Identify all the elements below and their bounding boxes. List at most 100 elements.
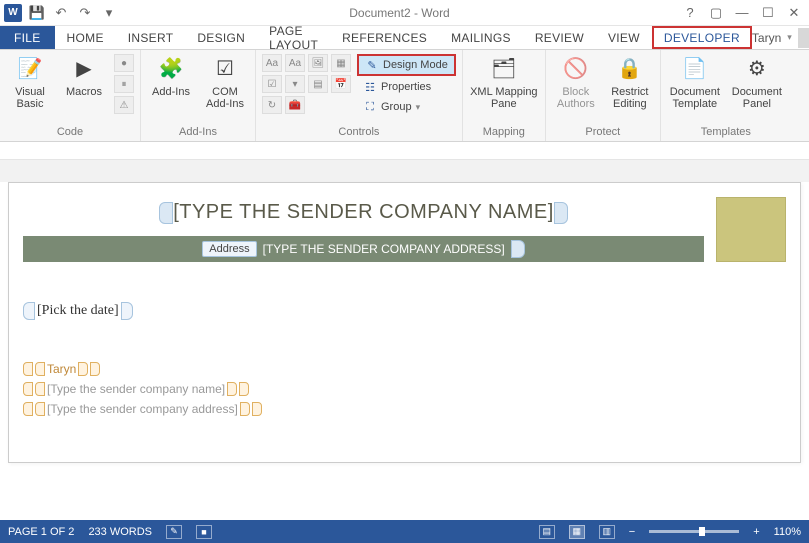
word-icon: W [4, 4, 22, 22]
group-mapping: 🗂 XML Mapping Pane Mapping [463, 50, 546, 141]
date-content-control[interactable]: [Pick the date] [23, 302, 786, 320]
macro-record-status-icon[interactable]: ■ [196, 525, 212, 539]
zoom-slider[interactable] [649, 530, 739, 533]
redo-icon[interactable]: ↷ [76, 4, 94, 22]
logo-placeholder[interactable] [716, 197, 786, 262]
xml-mapping-icon: 🗂 [488, 54, 520, 84]
tab-page-layout[interactable]: PAGE LAYOUT [257, 26, 330, 49]
properties-icon: ☷ [363, 80, 377, 94]
picture-control-icon[interactable]: 🖼 [308, 54, 328, 72]
group-button[interactable]: ⛶ Group ▾ [357, 98, 456, 116]
plain-text-control-icon[interactable]: Aa [285, 54, 305, 72]
group-icon: ⛶ [363, 100, 377, 114]
design-mode-button[interactable]: ✎ Design Mode [357, 54, 456, 76]
checkbox-control-icon[interactable]: ☑ [262, 75, 282, 93]
dropdown-control-icon[interactable]: ▤ [308, 75, 328, 93]
tab-references[interactable]: REFERENCES [330, 26, 439, 49]
undo-icon[interactable]: ↶ [52, 4, 70, 22]
macros-icon: ▶︎ [68, 54, 100, 84]
sender-address-content-control[interactable]: [Type the sender company address] [23, 402, 786, 416]
properties-button[interactable]: ☷ Properties [357, 78, 456, 96]
document-template-icon: 📄 [679, 54, 711, 84]
ribbon-options-icon[interactable]: ▢ [707, 4, 725, 22]
tab-review[interactable]: REVIEW [523, 26, 596, 49]
block-authors-button[interactable]: 🚫 Block Authors [552, 54, 600, 110]
macro-security-icon[interactable]: ⚠ [114, 96, 134, 114]
tab-file[interactable]: FILE [0, 26, 55, 49]
save-icon[interactable]: 💾 [28, 4, 46, 22]
tab-insert[interactable]: INSERT [116, 26, 186, 49]
document-panel-icon: ⚙ [741, 54, 773, 84]
building-block-control-icon[interactable]: ▦ [331, 54, 351, 72]
tab-developer[interactable]: DEVELOPER [652, 26, 752, 49]
legacy-tools-icon[interactable]: 🧰 [285, 96, 305, 114]
maximize-icon[interactable]: ☐ [759, 4, 777, 22]
chevron-down-icon: ▾ [787, 32, 792, 43]
tab-design[interactable]: DESIGN [185, 26, 257, 49]
addins-icon: 🧩 [155, 54, 187, 84]
document-template-button[interactable]: 📄 Document Template [667, 54, 723, 110]
page: [TYPE THE SENDER COMPANY NAME] Address [… [8, 182, 801, 463]
read-mode-icon[interactable]: ▤ [539, 525, 555, 539]
document-panel-button[interactable]: ⚙ Document Panel [729, 54, 785, 110]
group-label-templates: Templates [701, 124, 751, 140]
repeating-section-icon[interactable]: ↻ [262, 96, 282, 114]
tab-mailings[interactable]: MAILINGS [439, 26, 523, 49]
help-icon[interactable]: ? [681, 4, 699, 22]
sender-company-content-control[interactable]: [Type the sender company name] [23, 382, 786, 396]
ribbon-tabs: FILE HOME INSERT DESIGN PAGE LAYOUT REFE… [0, 26, 809, 50]
print-layout-icon[interactable]: ▦ [569, 525, 585, 539]
com-addins-icon: ☑︎ [209, 54, 241, 84]
group-label-addins: Add-Ins [179, 124, 217, 140]
combo-box-control-icon[interactable]: ▾ [285, 75, 305, 93]
zoom-level[interactable]: 110% [774, 526, 801, 538]
group-label-code: Code [57, 124, 83, 140]
block-authors-icon: 🚫 [560, 54, 592, 84]
address-content-control[interactable]: Address [TYPE THE SENDER COMPANY ADDRESS… [23, 236, 704, 262]
close-icon[interactable]: ✕ [785, 4, 803, 22]
macros-button[interactable]: ▶︎ Macros [60, 54, 108, 98]
user-name: Taryn [752, 31, 781, 45]
pause-recording-icon[interactable]: ⏸ [114, 75, 134, 93]
zoom-out-button[interactable]: − [629, 526, 635, 538]
group-label-protect: Protect [585, 124, 620, 140]
tab-view[interactable]: VIEW [596, 26, 652, 49]
date-picker-control-icon[interactable]: 📅 [331, 75, 351, 93]
group-label-controls: Controls [338, 124, 379, 140]
address-cc-label: Address [202, 241, 256, 257]
group-controls: Aa Aa 🖼 ▦ ☑ ▾ ▤ 📅 ↻ 🧰 ✎ [256, 50, 463, 141]
group-protect: 🚫 Block Authors 🔒 Restrict Editing Prote… [546, 50, 661, 141]
visual-basic-icon: 📝 [14, 54, 46, 84]
group-code: 📝 Visual Basic ▶︎ Macros ● ⏸ ⚠ Code [0, 50, 141, 141]
ribbon: 📝 Visual Basic ▶︎ Macros ● ⏸ ⚠ Code 🧩 Ad… [0, 50, 809, 142]
web-layout-icon[interactable]: ▥ [599, 525, 615, 539]
status-bar: PAGE 1 OF 2 233 WORDS ✎ ■ ▤ ▦ ▥ − + 110% [0, 520, 809, 543]
restrict-editing-icon: 🔒 [614, 54, 646, 84]
document-canvas[interactable]: [TYPE THE SENDER COMPANY NAME] Address [… [0, 160, 809, 518]
rich-text-control-icon[interactable]: Aa [262, 54, 282, 72]
addins-button[interactable]: 🧩 Add-Ins [147, 54, 195, 98]
chevron-down-icon: ▾ [416, 102, 421, 113]
ruler [0, 142, 809, 160]
spell-check-icon[interactable]: ✎ [166, 525, 182, 539]
restrict-editing-button[interactable]: 🔒 Restrict Editing [606, 54, 654, 110]
qat-customize-icon[interactable]: ▾ [100, 4, 118, 22]
record-macro-icon[interactable]: ● [114, 54, 134, 72]
word-count[interactable]: 233 WORDS [88, 526, 152, 538]
avatar [798, 28, 809, 48]
page-indicator[interactable]: PAGE 1 OF 2 [8, 526, 74, 538]
zoom-in-button[interactable]: + [753, 526, 759, 538]
window-title: Document2 - Word [118, 6, 681, 20]
account-user[interactable]: Taryn ▾ [752, 26, 809, 49]
minimize-icon[interactable]: — [733, 4, 751, 22]
design-mode-icon: ✎ [365, 58, 379, 72]
group-addins: 🧩 Add-Ins ☑︎ COM Add-Ins Add-Ins [141, 50, 256, 141]
xml-mapping-pane-button[interactable]: 🗂 XML Mapping Pane [469, 54, 539, 110]
tab-home[interactable]: HOME [55, 26, 116, 49]
company-name-content-control[interactable]: [TYPE THE SENDER COMPANY NAME] [159, 201, 568, 224]
group-templates: 📄 Document Template ⚙ Document Panel Tem… [661, 50, 791, 141]
com-addins-button[interactable]: ☑︎ COM Add-Ins [201, 54, 249, 110]
visual-basic-button[interactable]: 📝 Visual Basic [6, 54, 54, 110]
sender-name-content-control[interactable]: Taryn [23, 362, 786, 376]
group-label-mapping: Mapping [483, 124, 525, 140]
